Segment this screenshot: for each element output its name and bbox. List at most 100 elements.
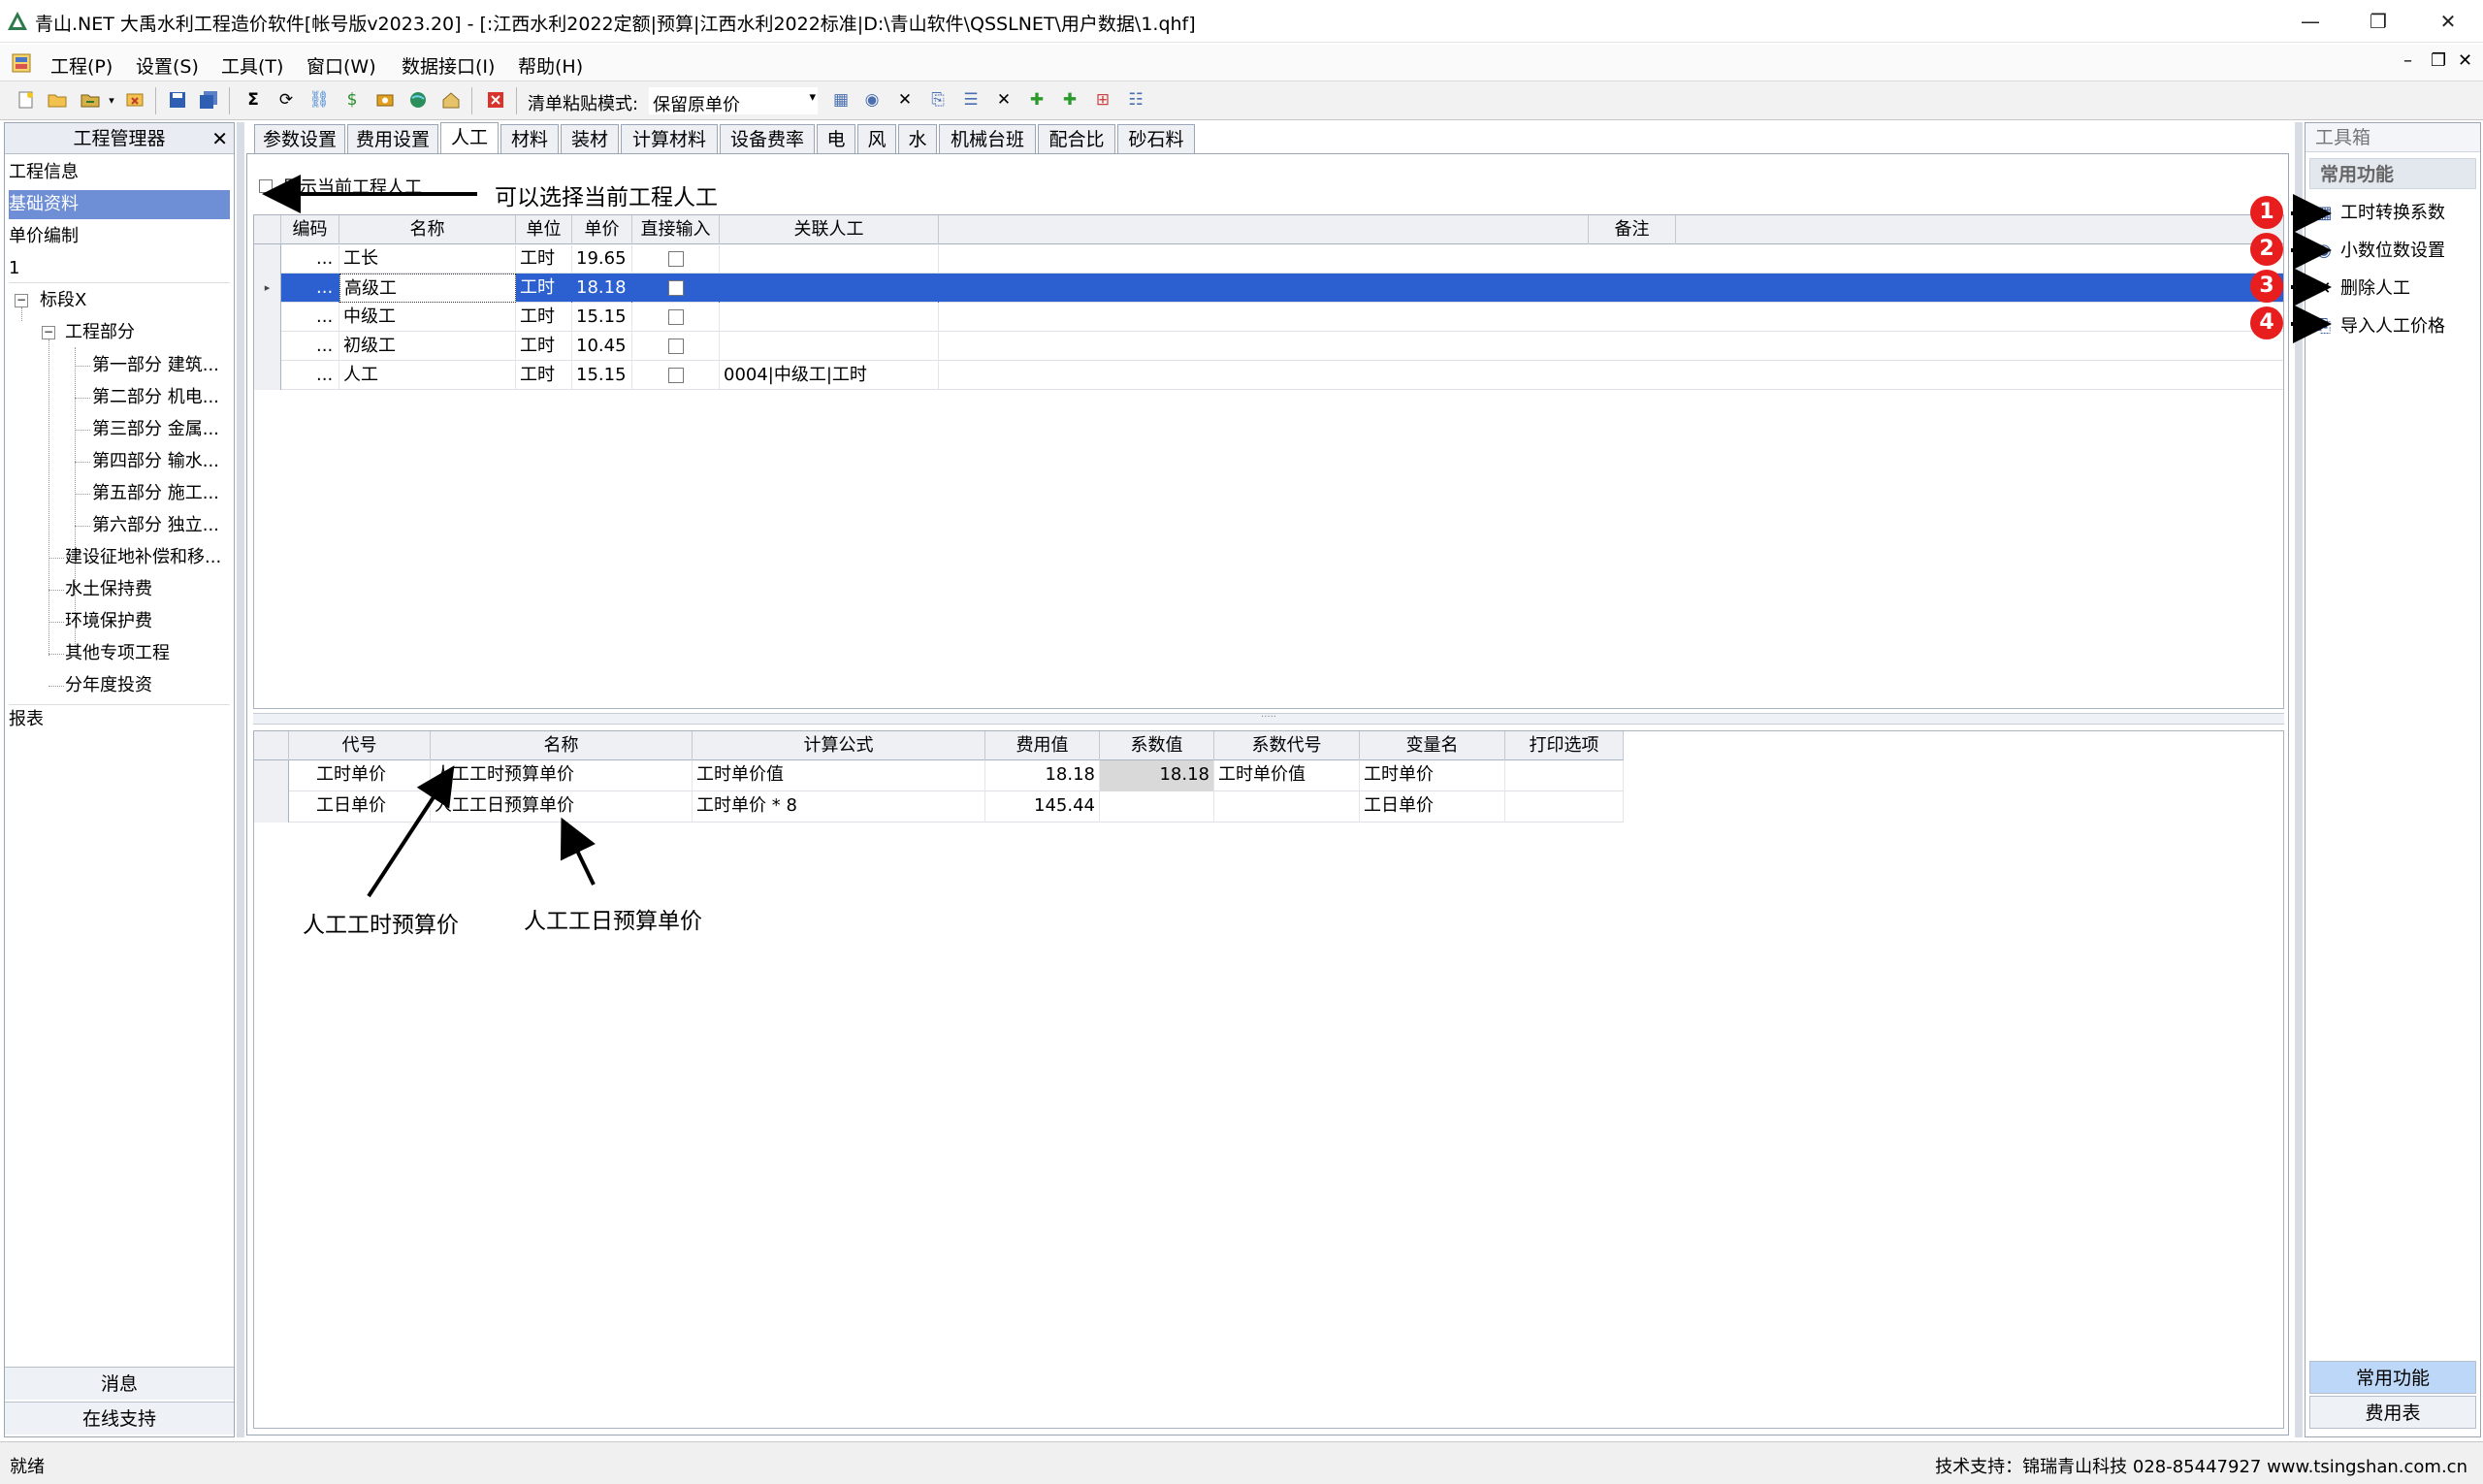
nav-unit-price[interactable]: 单价编制: [9, 222, 230, 251]
col-direct-input[interactable]: 直接输入: [632, 215, 720, 244]
tree-part-5[interactable]: 第五部分 施工...: [92, 479, 230, 508]
paste-mode-select[interactable]: 保留原单价 ▾: [648, 86, 819, 115]
recent-folder-icon[interactable]: [80, 89, 101, 111]
tree-collapse-icon[interactable]: −: [15, 294, 28, 307]
tab-parameters[interactable]: 参数设置: [254, 124, 345, 155]
decimal-icon[interactable]: ◉: [861, 89, 883, 111]
cell-name[interactable]: 人工工日预算单价: [431, 791, 693, 823]
col-price[interactable]: 单价: [572, 215, 632, 244]
tree-part-6[interactable]: 第六部分 独立...: [92, 511, 230, 540]
tree-part-2[interactable]: 第二部分 机电...: [92, 383, 230, 412]
menu-window[interactable]: 窗口(W): [306, 52, 376, 79]
sum-icon[interactable]: Σ: [242, 89, 264, 111]
cell-print-option[interactable]: [1505, 791, 1624, 823]
col-remark[interactable]: 备注: [1589, 215, 1676, 244]
col-value[interactable]: 费用值: [985, 731, 1100, 760]
col-coefficient-code[interactable]: 系数代号: [1214, 731, 1360, 760]
cell-variable[interactable]: 工时单价: [1360, 760, 1505, 791]
cell-unit[interactable]: 工时: [516, 361, 572, 390]
menu-settings[interactable]: 设置(S): [136, 52, 199, 79]
cell-linked-labor[interactable]: [720, 303, 939, 332]
col-name[interactable]: 名称: [431, 731, 693, 760]
table-row[interactable]: 工日单价 人工工日预算单价 工时单价 * 8 145.44 工日单价: [254, 791, 1624, 823]
cell-value[interactable]: 18.18: [985, 760, 1100, 791]
globe-icon[interactable]: [407, 89, 429, 111]
tool-delete-labor[interactable]: ✕ 删除人工: [2313, 274, 2410, 304]
dropdown-arrow-icon[interactable]: ▾: [101, 89, 122, 111]
outline-icon[interactable]: ☷: [1125, 89, 1146, 111]
direct-input-checkbox[interactable]: [667, 251, 684, 267]
tab-wind[interactable]: 风: [857, 124, 896, 155]
messages-button[interactable]: 消息: [5, 1367, 234, 1400]
cell-linked-labor[interactable]: [720, 332, 939, 361]
table-row[interactable]: 工时单价 人工工时预算单价 工时单价值 18.18 18.18 工时单价值 工时…: [254, 760, 1624, 791]
camera-icon[interactable]: [374, 89, 396, 111]
tab-materials[interactable]: 材料: [500, 124, 559, 155]
col-unit[interactable]: 单位: [516, 215, 572, 244]
exit-icon[interactable]: [485, 89, 506, 111]
home-icon[interactable]: [440, 89, 462, 111]
direct-input-checkbox[interactable]: [667, 368, 684, 383]
direct-input-checkbox[interactable]: [667, 280, 684, 296]
cell-coefficient[interactable]: [1100, 791, 1214, 823]
left-splitter[interactable]: [237, 122, 244, 1437]
tool-import-labor-price[interactable]: ⎘ 导入人工价格: [2313, 312, 2445, 341]
table-row-selected[interactable]: ▸ ... 高级工 工时 18.18: [254, 274, 2283, 303]
cell-name-editing[interactable]: 高级工: [339, 274, 516, 303]
cell-code[interactable]: ...: [281, 274, 339, 303]
cell-formula[interactable]: 工时单价 * 8: [693, 791, 985, 823]
cell-direct-input[interactable]: [632, 244, 720, 274]
link-icon[interactable]: ⛓: [308, 89, 330, 111]
cell-direct-input[interactable]: [632, 332, 720, 361]
cell-linked-labor[interactable]: 0004|中级工|工时: [720, 361, 939, 390]
show-current-labor-checkbox[interactable]: [259, 179, 273, 193]
cell-price[interactable]: 18.18: [572, 274, 632, 303]
cell-print-option[interactable]: [1505, 760, 1624, 791]
cell-direct-input[interactable]: [632, 361, 720, 390]
calculator-icon[interactable]: ▦: [830, 89, 852, 111]
cell-unit[interactable]: 工时: [516, 303, 572, 332]
direct-input-checkbox[interactable]: [667, 339, 684, 354]
close-button[interactable]: ✕: [2429, 6, 2467, 37]
tab-mix-ratio[interactable]: 配合比: [1038, 124, 1115, 155]
list-icon[interactable]: ☰: [960, 89, 982, 111]
row-header[interactable]: [254, 361, 281, 390]
right-splitter[interactable]: [2295, 122, 2303, 1437]
cell-direct-input[interactable]: [632, 274, 720, 303]
tab-labor[interactable]: 人工: [440, 122, 499, 157]
minimize-button[interactable]: —: [2291, 6, 2330, 37]
col-code[interactable]: 编码: [281, 215, 339, 244]
tab-water[interactable]: 水: [898, 124, 937, 155]
restore-button[interactable]: ❐: [2359, 6, 2398, 37]
cell-code[interactable]: 工时单价: [289, 760, 431, 791]
tree-part-4[interactable]: 第四部分 输水...: [92, 447, 230, 476]
tab-machinery[interactable]: 机械台班: [939, 124, 1036, 155]
tool-decimal-settings[interactable]: ◉ 小数位数设置: [2313, 237, 2445, 266]
menu-tools[interactable]: 工具(T): [221, 52, 283, 79]
col-print-option[interactable]: 打印选项: [1505, 731, 1624, 760]
tab-calc-materials[interactable]: 计算材料: [621, 124, 718, 155]
insert-icon[interactable]: ✚: [1059, 89, 1080, 111]
cell-variable[interactable]: 工日单价: [1360, 791, 1505, 823]
mdi-close-button[interactable]: ✕: [2458, 50, 2472, 71]
cost-table-button[interactable]: 费用表: [2309, 1396, 2476, 1429]
new-file-icon[interactable]: [16, 89, 37, 111]
common-functions-button[interactable]: 常用功能: [2309, 1361, 2476, 1394]
tree-part-1[interactable]: 第一部分 建筑...: [92, 351, 230, 380]
save-all-icon[interactable]: [198, 89, 219, 111]
open-folder-icon[interactable]: [47, 89, 68, 111]
tab-aggregate[interactable]: 砂石料: [1117, 124, 1195, 155]
cell-price[interactable]: 19.65: [572, 244, 632, 274]
cell-code[interactable]: 工日单价: [289, 791, 431, 823]
cell-name[interactable]: 中级工: [339, 303, 516, 332]
col-formula[interactable]: 计算公式: [693, 731, 985, 760]
cell-linked-labor[interactable]: [720, 244, 939, 274]
table-row[interactable]: ... 中级工 工时 15.15: [254, 303, 2283, 332]
close-icon[interactable]: ✕: [211, 123, 228, 154]
table-row[interactable]: ... 初级工 工时 10.45: [254, 332, 2283, 361]
mdi-restore-button[interactable]: ❐: [2431, 50, 2446, 71]
nav-project-info[interactable]: 工程信息: [9, 158, 230, 187]
nav-item-1[interactable]: 1: [9, 254, 230, 283]
cell-code[interactable]: ...: [281, 244, 339, 274]
nav-report[interactable]: 报表: [9, 704, 230, 733]
